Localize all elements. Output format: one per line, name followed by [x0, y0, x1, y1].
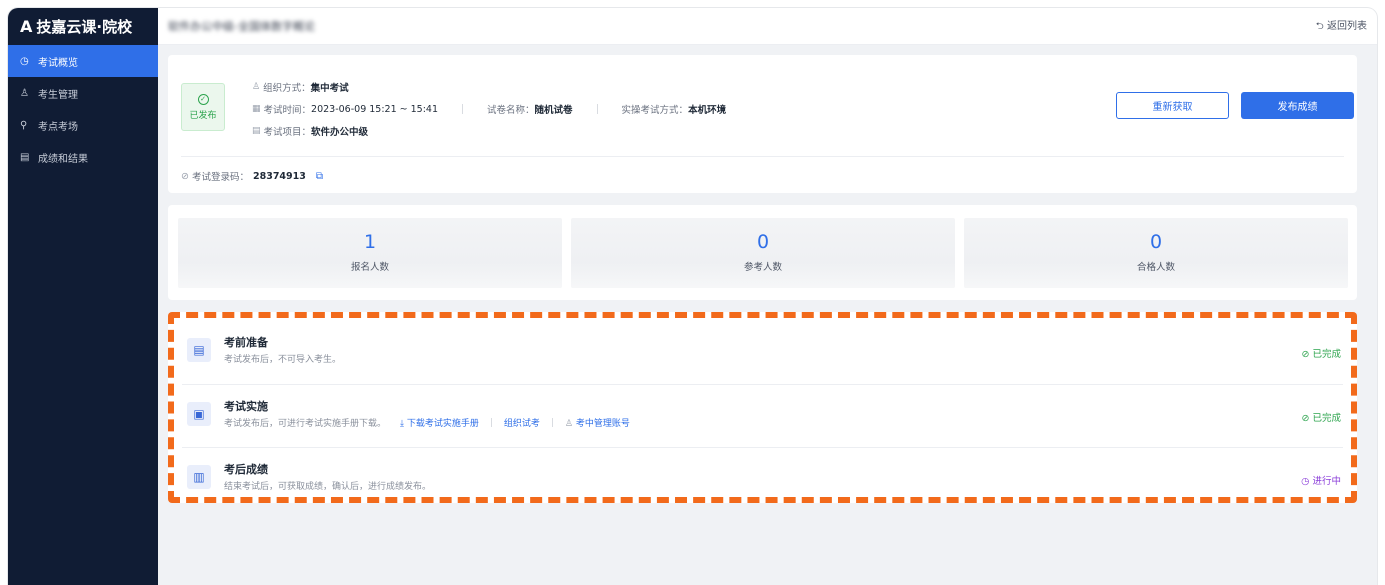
org-mode-value: 集中考试: [310, 83, 349, 94]
exam-time-label: 考试时间：: [263, 105, 312, 116]
main-content: 软件办公中级-全国体数字概论 ⮌ 返回列表 ✓ 已发布 ♙ 组织方式： 集中考试…: [158, 8, 1377, 585]
status-badge: ✓ 已发布: [181, 83, 225, 131]
sidebar-item-candidates[interactable]: ♙ 考生管理: [8, 77, 158, 109]
step-status: ◷ 进行中: [1301, 473, 1341, 487]
location-icon: ⚲: [20, 119, 28, 131]
sidebar: A 技嘉云课·院校 ◷ 考试概览 ♙ 考生管理 ⚲ 考点考场 ▤ 成绩和结果: [8, 8, 158, 585]
download-icon: ⤓: [400, 419, 404, 429]
check-circle-icon: ✓: [197, 93, 209, 105]
check-circle-icon: ⊘: [1301, 413, 1310, 424]
table-icon: ▤: [20, 151, 30, 163]
person-icon: ♙: [252, 82, 261, 92]
org-mode-label: 组织方式：: [263, 83, 311, 94]
sidebar-item-venues[interactable]: ⚲ 考点考场: [8, 109, 158, 141]
refetch-button[interactable]: 重新获取: [1116, 92, 1229, 119]
paper-value: 随机试卷: [534, 105, 573, 116]
back-to-list-link[interactable]: ⮌ 返回列表: [1316, 17, 1367, 36]
step-status-label: 进行中: [1312, 476, 1341, 487]
login-code-label: 考试登录码：: [191, 172, 249, 183]
sidebar-item-label: 考试概览: [38, 57, 78, 69]
logo-text: 技嘉云课·院校: [36, 18, 133, 36]
org-mode-row: ♙ 组织方式： 集中考试: [252, 80, 349, 94]
divider: [551, 418, 553, 427]
step-status: ⊘ 已完成: [1301, 346, 1341, 360]
exam-steps-panel: ▤ 考前准备 考试发布后，不可导入考生。 ⊘ 已完成 ▣ 考试实施 考试发布后，…: [168, 312, 1357, 503]
exam-info-card: ✓ 已发布 ♙ 组织方式： 集中考试 ▦ 考试时间： 2023-06-09 15…: [168, 55, 1357, 193]
step-description: 考试发布后，不可导入考生。: [224, 355, 342, 365]
sidebar-item-overview[interactable]: ◷ 考试概览: [8, 45, 158, 77]
divider: [596, 104, 598, 114]
clock-icon: ◷: [20, 55, 29, 67]
organize-trial-link[interactable]: 组织试考: [504, 416, 540, 429]
step-status: ⊘ 已完成: [1301, 410, 1341, 424]
stat-value: 0: [756, 231, 770, 253]
step-description: 结束考试后，可获取成绩，确认后，进行成绩发布。: [224, 482, 432, 492]
sidebar-item-label: 考点考场: [38, 121, 78, 133]
top-bar: 软件办公中级-全国体数字概论 ⮌ 返回列表: [158, 8, 1377, 45]
stats-panel: 1 报名人数 0 参考人数 0 合格人数: [168, 205, 1357, 300]
clipboard-icon: ▣: [187, 402, 211, 426]
login-code-row: ⊘ 考试登录码： 28374913 ⧉: [181, 169, 323, 184]
download-manual-label: 下载考试实施手册: [406, 419, 479, 429]
status-label: 已发布: [189, 110, 217, 121]
grid-icon: ▤: [252, 126, 261, 136]
document-icon: ▤: [187, 338, 211, 362]
exam-time-value: 2023-06-09 15:21 ~ 15:41: [311, 103, 439, 115]
proctor-accounts-link[interactable]: ♙ 考中管理账号: [565, 416, 630, 429]
paper-label: 试卷名称：: [487, 105, 535, 116]
stat-label: 合格人数: [1136, 262, 1175, 273]
step-prep: ▤ 考前准备 考试发布后，不可导入考生。 ⊘ 已完成: [182, 321, 1343, 383]
project-label: 考试项目：: [263, 127, 312, 138]
stat-value: 1: [363, 231, 377, 253]
clock-icon: ◷: [1301, 476, 1310, 487]
app-window: A 技嘉云课·院校 ◷ 考试概览 ♙ 考生管理 ⚲ 考点考场 ▤ 成绩和结果 软…: [8, 8, 1377, 585]
step-description-row: 考试发布后，可进行考试实施手册下载。 ⤓ 下载考试实施手册 组织试考 ♙ 考中管…: [224, 416, 630, 429]
sidebar-item-label: 考生管理: [38, 89, 78, 101]
download-manual-link[interactable]: ⤓ 下载考试实施手册: [400, 416, 479, 429]
sidebar-item-label: 成绩和结果: [38, 153, 88, 165]
page-title: 软件办公中级-全国体数字概论: [168, 20, 315, 33]
stat-value: 0: [1149, 231, 1163, 253]
practical-mode-label: 实操考试方式：: [621, 105, 689, 116]
publish-results-button[interactable]: 发布成绩: [1241, 92, 1354, 119]
link-icon: ⊘: [181, 170, 189, 182]
login-code-value: 28374913: [252, 170, 306, 182]
divider: [462, 104, 464, 114]
app-logo[interactable]: A 技嘉云课·院校: [8, 8, 158, 45]
copy-icon[interactable]: ⧉: [316, 171, 323, 182]
check-circle-icon: ⊘: [1301, 349, 1310, 360]
step-title: 考后成绩: [224, 463, 268, 476]
step-title: 考试实施: [224, 400, 268, 413]
stat-label: 参考人数: [743, 262, 782, 273]
stat-passed: 0 合格人数: [964, 218, 1348, 288]
divider: [181, 156, 1344, 157]
sidebar-item-results[interactable]: ▤ 成绩和结果: [8, 141, 158, 173]
stat-participants: 0 参考人数: [571, 218, 955, 288]
project-value: 软件办公中级: [311, 127, 369, 138]
proctor-accounts-label: 考中管理账号: [575, 419, 630, 429]
step-result: ▥ 考后成绩 结束考试后，可获取成绩，确认后，进行成绩发布。 ◷ 进行中: [182, 447, 1343, 509]
back-label: 返回列表: [1327, 20, 1367, 32]
exam-project-row: ▤ 考试项目： 软件办公中级: [252, 124, 368, 138]
calendar-icon: ▦: [252, 104, 261, 114]
user-icon: ♙: [564, 419, 573, 429]
exam-meta-row: ▦ 考试时间： 2023-06-09 15:21 ~ 15:41 试卷名称： 随…: [252, 102, 727, 117]
logo-icon: A: [20, 17, 33, 36]
stat-registered: 1 报名人数: [178, 218, 562, 288]
step-exec: ▣ 考试实施 考试发布后，可进行考试实施手册下载。 ⤓ 下载考试实施手册 组织试…: [182, 384, 1343, 446]
step-status-label: 已完成: [1312, 413, 1341, 424]
divider: [490, 418, 492, 427]
step-description: 考试发布后，可进行考试实施手册下载。: [224, 419, 387, 429]
report-icon: ▥: [187, 465, 211, 489]
practical-mode-value: 本机环境: [688, 105, 727, 116]
stat-label: 报名人数: [350, 262, 389, 273]
user-icon: ♙: [20, 87, 29, 99]
step-title: 考前准备: [224, 336, 268, 349]
step-status-label: 已完成: [1312, 349, 1341, 360]
return-icon: ⮌: [1315, 20, 1324, 32]
